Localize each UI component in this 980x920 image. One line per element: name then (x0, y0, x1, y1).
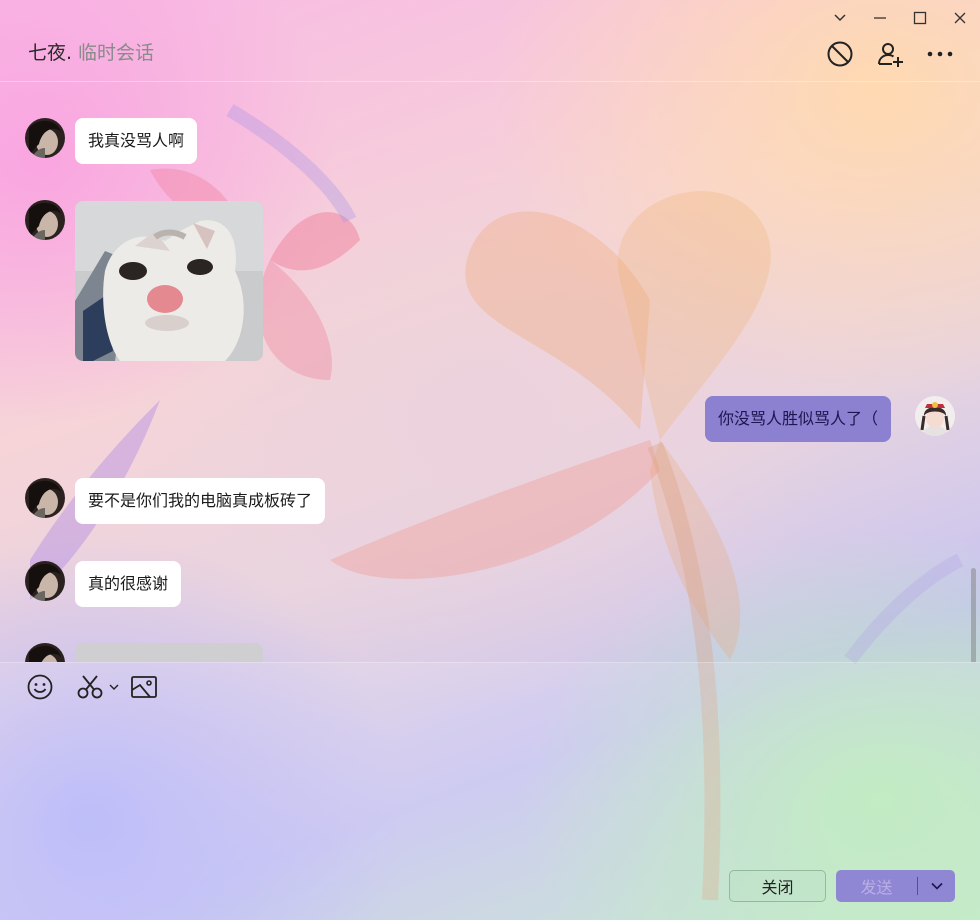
close-icon[interactable] (940, 6, 980, 30)
message-bubble[interactable]: 我真没骂人啊 (75, 118, 198, 164)
more-icon[interactable] (926, 40, 954, 68)
send-button[interactable]: 发送 (836, 870, 917, 902)
avatar[interactable] (25, 643, 65, 662)
message-bubble[interactable]: 真的很感谢 (75, 561, 182, 607)
message-bubble-self[interactable]: 你没骂人胜似骂人了（ (705, 396, 892, 442)
send-button-label: 发送 (860, 878, 893, 897)
image-icon[interactable] (130, 673, 158, 701)
message-list[interactable]: 我真没骂人啊 你没骂人胜似骂人了（ 要不是你们我的电脑真成板砖了 真的很感谢 (0, 82, 980, 662)
avatar[interactable] (25, 478, 65, 518)
scrollbar[interactable] (971, 568, 976, 662)
title-bar: 七夜. 临时会话 (0, 0, 980, 82)
message-bubble[interactable]: 要不是你们我的电脑真成板砖了 (75, 478, 326, 524)
session-type-label: 临时会话 (78, 42, 155, 64)
block-icon[interactable] (826, 40, 854, 68)
message-text: 我真没骂人啊 (88, 131, 185, 150)
image-message[interactable] (75, 201, 263, 361)
self-avatar[interactable] (915, 396, 955, 436)
send-options-chevron-icon[interactable] (918, 870, 955, 902)
avatar[interactable] (25, 200, 65, 240)
message-text: 真的很感谢 (88, 574, 169, 593)
avatar[interactable] (25, 561, 65, 601)
minimize-icon[interactable] (860, 6, 900, 30)
message-text: 要不是你们我的电脑真成板砖了 (88, 491, 313, 510)
close-button-label: 关闭 (761, 878, 794, 897)
send-button-group: 发送 (836, 870, 955, 902)
maximize-icon[interactable] (900, 6, 940, 30)
collapse-icon[interactable] (820, 6, 860, 30)
cat-meme-image (75, 201, 263, 361)
emoji-icon[interactable] (26, 673, 54, 701)
image-message[interactable] (75, 643, 263, 662)
scissors-icon[interactable] (76, 673, 104, 701)
scissors-dropdown-icon[interactable] (107, 673, 121, 701)
input-area: 关闭 发送 (0, 662, 980, 920)
chat-window: 七夜. 临时会话 我真没骂人啊 你没骂人胜似骂人了（ 要不是你们我的电脑真成板砖… (0, 0, 980, 920)
avatar[interactable] (25, 118, 65, 158)
chat-title: 七夜. 临时会话 (28, 40, 154, 66)
contact-name: 七夜. (28, 42, 73, 64)
add-friend-icon[interactable] (876, 40, 904, 68)
message-text: 你没骂人胜似骂人了（ (718, 409, 879, 428)
message-input[interactable] (20, 711, 960, 861)
close-button[interactable]: 关闭 (729, 870, 826, 902)
